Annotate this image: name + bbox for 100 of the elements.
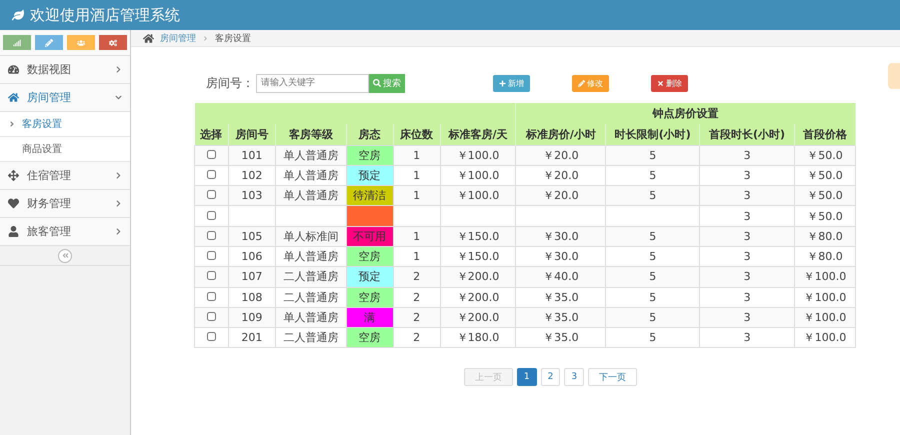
- group-header: 钟点房价设置: [516, 103, 856, 124]
- search-field[interactable]: 请输入关键字: [256, 74, 369, 92]
- row-checkbox[interactable]: [206, 190, 216, 200]
- table-cell: 3: [700, 266, 794, 288]
- status-cell: 空房: [346, 287, 394, 308]
- leaf-icon: [12, 9, 24, 21]
- signal-icon: [13, 38, 21, 46]
- page-button[interactable]: 2: [540, 368, 560, 386]
- shortcut-button[interactable]: [3, 35, 31, 50]
- table-cell: 5: [606, 266, 700, 288]
- table-cell: 107: [228, 266, 276, 288]
- table-cell: 3: [700, 287, 794, 308]
- users-icon: [77, 38, 85, 46]
- table-cell: ￥50.0: [794, 145, 856, 166]
- breadcrumb-link[interactable]: 房间管理: [160, 32, 196, 44]
- table-cell: 5: [606, 287, 700, 308]
- status-cell: 空房: [346, 246, 394, 267]
- table-cell: 5: [606, 328, 700, 348]
- home-icon: [143, 32, 154, 44]
- table-cell: 二人普通房: [275, 328, 346, 348]
- status-cell: 预定: [346, 266, 394, 288]
- table-cell: 1: [393, 226, 440, 246]
- table-cell: 101: [228, 145, 276, 166]
- collapse-button[interactable]: [58, 248, 72, 262]
- column-header: 床位数: [393, 124, 440, 145]
- table-cell: 201: [228, 328, 276, 348]
- table-cell: 5: [606, 226, 700, 246]
- table-cell: ￥200.0: [440, 266, 516, 288]
- column-header: 首段时长(小时): [700, 124, 794, 145]
- table-cell: 3: [700, 226, 794, 246]
- gears-icon: [109, 38, 117, 46]
- table-cell: ￥100.0: [794, 328, 856, 348]
- close-icon: [657, 80, 664, 86]
- column-header: 时长限制(小时): [606, 124, 700, 145]
- row-checkbox[interactable]: [206, 170, 216, 179]
- submenu-item[interactable]: 商品设置: [0, 137, 130, 162]
- column-header: 标准客房/天: [440, 124, 516, 145]
- table-cell: ￥40.0: [516, 266, 606, 288]
- table-cell: [393, 206, 440, 226]
- table-cell: 1: [393, 145, 440, 166]
- table-cell: 2: [393, 328, 440, 348]
- page-button[interactable]: 3: [564, 368, 584, 386]
- status-cell: 预定: [346, 165, 394, 186]
- row-checkbox[interactable]: [206, 312, 216, 322]
- shortcut-button[interactable]: [35, 35, 63, 50]
- menu-item[interactable]: 旅客管理: [0, 218, 130, 246]
- column-header: 选择: [194, 124, 228, 145]
- table-cell: 二人普通房: [275, 266, 346, 288]
- table-cell: ￥20.0: [516, 145, 606, 166]
- table-cell: ￥80.0: [794, 226, 856, 246]
- search-label: 房间号：: [206, 74, 254, 92]
- column-header: 首段价格: [794, 124, 856, 145]
- search-button[interactable]: 搜索: [369, 74, 405, 92]
- table-cell: 2: [393, 266, 440, 288]
- page-button[interactable]: 1: [516, 368, 537, 386]
- breadcrumb-current: 客房设置: [215, 32, 251, 44]
- table-cell: ￥35.0: [516, 328, 606, 348]
- row-checkbox[interactable]: [206, 230, 216, 240]
- status-cell: 待清洁: [346, 186, 394, 206]
- row-checkbox[interactable]: [206, 150, 216, 159]
- next-page-button[interactable]: 下一页: [588, 368, 638, 386]
- table-cell: ￥180.0: [440, 328, 516, 348]
- home-icon: [8, 92, 19, 103]
- row-checkbox[interactable]: [206, 292, 216, 301]
- table-cell: ￥100.0: [794, 287, 856, 308]
- add-button[interactable]: 新增: [493, 74, 530, 92]
- row-checkbox[interactable]: [206, 251, 216, 260]
- row-checkbox[interactable]: [206, 332, 216, 342]
- heart-icon: [8, 198, 19, 209]
- table-cell: ￥200.0: [440, 287, 516, 308]
- shortcut-button[interactable]: [99, 35, 127, 50]
- table-cell: 3: [700, 206, 794, 226]
- table-cell: 3: [700, 145, 794, 166]
- row-checkbox[interactable]: [206, 271, 216, 280]
- angle-icon: [8, 120, 16, 128]
- menu-item[interactable]: 数据视图: [0, 56, 130, 84]
- column-header: 客房等级: [275, 124, 346, 145]
- separator-icon: [202, 34, 209, 42]
- search-icon: [373, 79, 381, 87]
- gauge-icon: [8, 64, 19, 75]
- table-cell: 108: [228, 287, 276, 308]
- table-cell: 3: [700, 328, 794, 348]
- arrows-icon: [8, 170, 19, 181]
- status-cell: 空房: [346, 145, 394, 166]
- menu-item[interactable]: 住宿管理: [0, 162, 130, 190]
- table-cell: 105: [228, 226, 276, 246]
- table-cell: [275, 206, 346, 226]
- plus-icon: [499, 80, 506, 86]
- row-checkbox[interactable]: [206, 210, 216, 220]
- delete-button[interactable]: 删除: [651, 74, 688, 92]
- table-cell: 二人普通房: [275, 287, 346, 308]
- submenu-item[interactable]: 客房设置: [0, 112, 130, 137]
- table-cell: 2: [393, 287, 440, 308]
- menu-item[interactable]: 财务管理: [0, 190, 130, 218]
- table-cell: ￥50.0: [794, 206, 856, 226]
- column-header: 标准房价/小时: [516, 124, 606, 145]
- column-header: 房态: [346, 124, 394, 145]
- pencil-icon: [45, 38, 53, 46]
- table-cell: ￥30.0: [516, 226, 606, 246]
- menu-item[interactable]: 房间管理: [0, 84, 130, 112]
